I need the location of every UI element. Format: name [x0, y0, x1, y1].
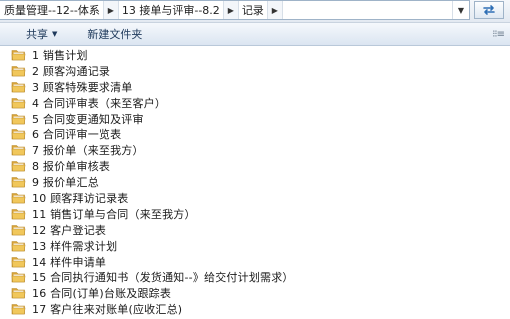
folder-list-item[interactable]: 7 报价单（来至我方） [0, 142, 510, 158]
folder-list-item[interactable]: 1 销售计划 [0, 47, 510, 63]
folder-list-item[interactable]: 3 顾客特殊要求清单 [0, 79, 510, 95]
folder-icon [11, 161, 26, 172]
chevron-down-icon: ▼ [52, 30, 58, 38]
breadcrumb-item-quality-management[interactable]: 质量管理--12--体系 [0, 1, 103, 19]
breadcrumb-item-order-review[interactable]: 13 接单与评审--8.2 [119, 1, 223, 19]
folder-icon [11, 145, 26, 156]
refresh-arrows-icon [483, 5, 495, 15]
folder-icon [11, 97, 26, 108]
folder-name: 10 顾客拜访记录表 [32, 191, 129, 205]
folder-list: 1 销售计划 2 顾客沟通记录 3 顾客特殊要求清单 4 合同评审表（来至客户） 5 合… [0, 47, 510, 319]
folder-icon [11, 193, 26, 204]
share-button[interactable]: 共享 ▼ [0, 23, 65, 45]
new-folder-button[interactable]: 新建文件夹 [65, 23, 150, 45]
folder-name: 16 合同(订单)台账及跟踪表 [32, 287, 172, 301]
folder-list-item[interactable]: 17 客户往来对账单(应收汇总) [0, 301, 510, 317]
folder-list-item[interactable]: 9 报价单汇总 [0, 174, 510, 190]
folder-name: 12 客户登记表 [32, 223, 107, 237]
folder-name: 8 报价单审核表 [32, 160, 111, 174]
folder-icon [11, 66, 26, 77]
folder-icon [11, 240, 26, 251]
folder-list-item[interactable]: 6 合同评审一览表 [0, 126, 510, 142]
folder-icon [11, 81, 26, 93]
folder-name: 17 客户往来对账单(应收汇总) [32, 303, 183, 317]
folder-name: 2 顾客沟通记录 [32, 64, 111, 78]
folder-list-item[interactable]: 14 样件申请单 [0, 254, 510, 270]
folder-name: 9 报价单汇总 [32, 176, 99, 190]
breadcrumb-chevron-icon[interactable]: ▶ [102, 1, 119, 19]
folder-icon [11, 209, 26, 220]
breadcrumb-item-records[interactable]: 记录 [239, 1, 267, 19]
folder-icon [11, 224, 26, 236]
share-label: 共享 [26, 28, 48, 41]
folder-icon [11, 129, 26, 140]
folder-icon [11, 272, 26, 283]
folder-name: 13 样件需求计划 [32, 239, 118, 253]
refresh-button[interactable] [474, 1, 504, 19]
folder-list-item[interactable]: 15 合同执行通知书（发货通知--》给交付计划需求） [0, 269, 510, 285]
command-bar: 共享 ▼ 新建文件夹 ⁝⁝≡ [0, 23, 510, 46]
address-bar: 质量管理--12--体系 ▶ 13 接单与评审--8.2 ▶ 记录 ▶ ▼ [0, 0, 510, 23]
folder-list-item[interactable]: 13 样件需求计划 [0, 238, 510, 254]
address-history-dropdown-icon[interactable]: ▼ [452, 1, 469, 19]
folder-name: 5 合同变更通知及评审 [32, 112, 144, 126]
folder-list-item[interactable]: 10 顾客拜访记录表 [0, 190, 510, 206]
folder-name: 15 合同执行通知书（发货通知--》给交付计划需求） [32, 271, 294, 285]
folder-icon [11, 288, 26, 299]
folder-list-item[interactable]: 4 合同评审表（来至客户） [0, 95, 510, 111]
new-folder-label: 新建文件夹 [87, 28, 143, 41]
explorer-window: 质量管理--12--体系 ▶ 13 接单与评审--8.2 ▶ 记录 ▶ ▼ 共享… [0, 0, 510, 319]
folder-list-item[interactable]: 8 报价单审核表 [0, 158, 510, 174]
folder-icon [11, 304, 26, 315]
folder-name: 4 合同评审表（来至客户） [32, 96, 167, 110]
folder-list-item[interactable]: 11 销售订单与合同（来至我方） [0, 206, 510, 222]
folder-icon [11, 50, 26, 61]
folder-list-item[interactable]: 16 合同(订单)台账及跟踪表 [0, 285, 510, 301]
folder-name: 1 销售计划 [32, 48, 88, 62]
breadcrumb-chevron-icon[interactable]: ▶ [222, 1, 239, 19]
folder-name: 14 样件申请单 [32, 255, 107, 269]
breadcrumb-chevron-icon[interactable]: ▶ [266, 1, 283, 19]
folder-name: 11 销售订单与合同（来至我方） [32, 207, 196, 221]
folder-list-item[interactable]: 12 客户登记表 [0, 222, 510, 238]
view-options-icon[interactable]: ⁝⁝≡ [492, 29, 505, 40]
folder-list-item[interactable]: 2 顾客沟通记录 [0, 63, 510, 79]
folder-name: 6 合同评审一览表 [32, 128, 122, 142]
folder-list-item[interactable]: 5 合同变更通知及评审 [0, 111, 510, 127]
folder-name: 7 报价单（来至我方） [32, 144, 144, 158]
folder-name: 3 顾客特殊要求清单 [32, 80, 133, 94]
folder-icon [11, 256, 26, 267]
breadcrumb[interactable]: 质量管理--12--体系 ▶ 13 接单与评审--8.2 ▶ 记录 ▶ ▼ [0, 0, 470, 20]
folder-icon [11, 113, 26, 124]
folder-icon [11, 177, 26, 188]
